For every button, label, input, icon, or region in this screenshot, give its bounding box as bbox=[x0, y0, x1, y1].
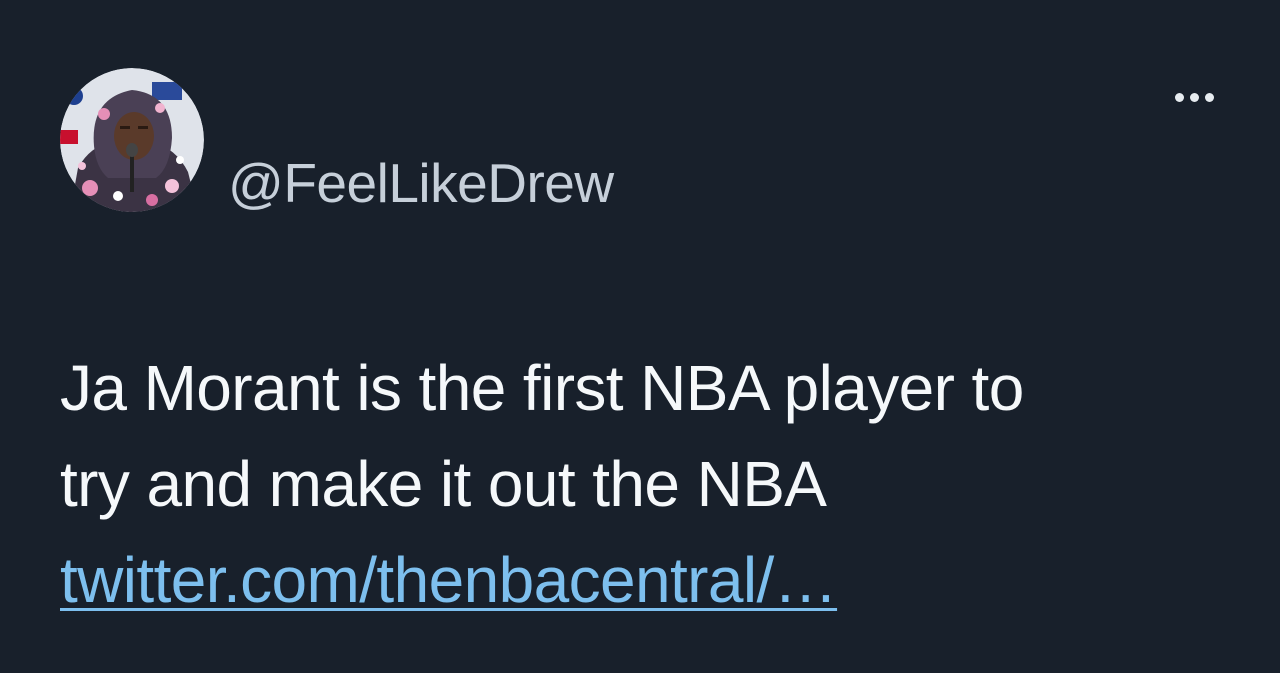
avatar-image bbox=[60, 68, 204, 212]
tweet-link[interactable]: twitter.com/thenbacentral/… bbox=[60, 532, 838, 628]
tweet-text-line: Ja Morant is the first NBA player to bbox=[60, 352, 1024, 424]
more-horizontal-icon bbox=[1189, 92, 1199, 102]
more-horizontal-icon bbox=[1204, 92, 1214, 102]
tweet-text: Ja Morant is the first NBA player to try… bbox=[60, 340, 1240, 628]
more-options-button[interactable] bbox=[1166, 82, 1222, 112]
user-handle[interactable]: @FeelLikeDrew bbox=[228, 150, 614, 216]
tweet-text-line: try and make it out the NBA bbox=[60, 448, 827, 520]
tweet-card: @FeelLikeDrew Ja Morant is the first NBA… bbox=[0, 0, 1280, 673]
avatar[interactable] bbox=[60, 68, 204, 212]
more-horizontal-icon bbox=[1174, 92, 1184, 102]
tweet-link-line: twitter.com/thenbacentral/… bbox=[60, 532, 1240, 628]
